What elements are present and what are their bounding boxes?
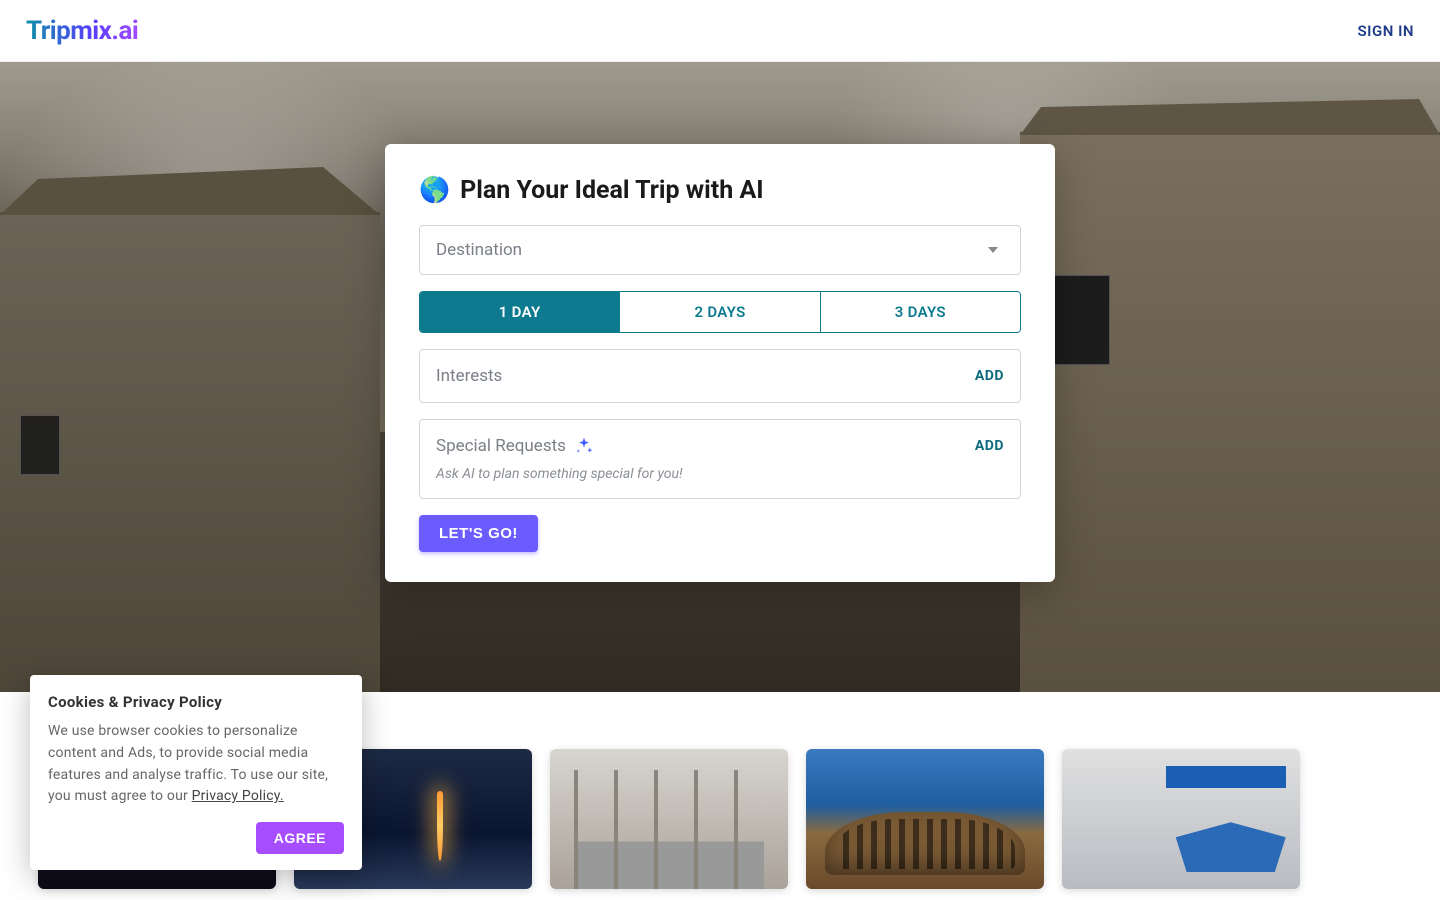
hero-building-left	[0, 212, 380, 692]
cookie-title: Cookies & Privacy Policy	[48, 693, 344, 711]
interests-box[interactable]: Interests ADD	[419, 349, 1021, 403]
cookie-agree-button[interactable]: AGREE	[256, 822, 344, 854]
special-requests-subtext: Ask AI to plan something special for you…	[436, 466, 1004, 482]
destination-label: Destination	[436, 240, 522, 260]
header: Tripmix.ai SIGN IN	[0, 0, 1440, 62]
trip-tile[interactable]	[550, 749, 788, 889]
cookie-banner: Cookies & Privacy Policy We use browser …	[30, 675, 362, 870]
lets-go-button[interactable]: LET'S GO!	[419, 515, 538, 552]
trip-tile[interactable]	[806, 749, 1044, 889]
planner-title-text: Plan Your Ideal Trip with AI	[460, 176, 763, 205]
duration-option-3days[interactable]: 3 DAYS	[821, 292, 1020, 332]
duration-segmented: 1 DAY 2 DAYS 3 DAYS	[419, 291, 1021, 333]
globe-icon: 🌎	[419, 176, 450, 205]
sparkle-icon	[574, 436, 594, 456]
chevron-down-icon	[988, 247, 998, 253]
special-requests-label-text: Special Requests	[436, 436, 566, 456]
destination-select[interactable]: Destination	[419, 225, 1021, 275]
duration-option-1day[interactable]: 1 DAY	[420, 292, 620, 332]
logo[interactable]: Tripmix.ai	[26, 16, 138, 46]
trip-tile[interactable]	[1062, 749, 1300, 889]
duration-option-2days[interactable]: 2 DAYS	[620, 292, 820, 332]
cookie-body-text: We use browser cookies to personalize co…	[48, 723, 328, 804]
hero-background: 🌎 Plan Your Ideal Trip with AI Destinati…	[0, 62, 1440, 692]
privacy-policy-link[interactable]: Privacy Policy.	[192, 788, 284, 804]
special-requests-add-link[interactable]: ADD	[975, 438, 1004, 454]
cookie-body: We use browser cookies to personalize co…	[48, 721, 344, 808]
interests-add-link[interactable]: ADD	[975, 368, 1004, 384]
special-requests-box[interactable]: Special Requests ADD Ask AI to plan some…	[419, 419, 1021, 499]
planner-title: 🌎 Plan Your Ideal Trip with AI	[419, 176, 1021, 205]
interests-label: Interests	[436, 366, 502, 386]
special-requests-label: Special Requests	[436, 436, 594, 456]
planner-card: 🌎 Plan Your Ideal Trip with AI Destinati…	[385, 144, 1055, 582]
signin-link[interactable]: SIGN IN	[1358, 22, 1414, 40]
hero-building-right	[1020, 132, 1440, 692]
